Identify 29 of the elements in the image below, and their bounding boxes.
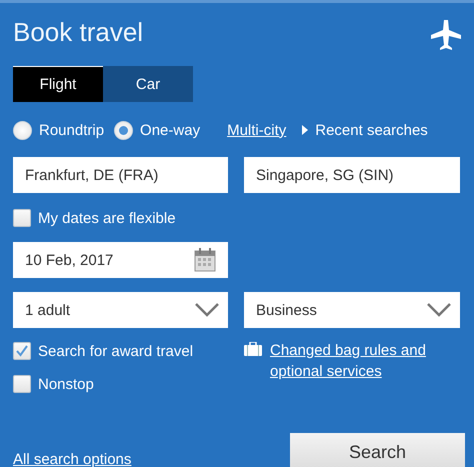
bag-rules-link[interactable]: Changed bag rules and optional services: [270, 340, 460, 382]
multi-city-link[interactable]: Multi-city: [227, 122, 286, 138]
date-field[interactable]: 10 Feb, 2017: [13, 242, 228, 278]
passengers-dropdown[interactable]: 1 adult: [13, 292, 228, 328]
chevron-down-icon: [426, 302, 452, 318]
recent-searches-link[interactable]: Recent searches: [315, 122, 428, 138]
radio-button[interactable]: [114, 120, 134, 140]
checkbox[interactable]: [13, 375, 31, 393]
cabin-dropdown[interactable]: Business: [244, 292, 460, 328]
checkbox-label: Nonstop: [38, 376, 94, 392]
chevron-down-icon: [194, 302, 220, 318]
origin-field[interactable]: Frankfurt, DE (FRA): [13, 157, 228, 193]
tab[interactable]: Car: [103, 66, 193, 102]
radio-label: Roundtrip: [39, 122, 104, 138]
triangle-right-icon: [302, 125, 308, 135]
checkbox[interactable]: [13, 209, 31, 227]
airplane-icon: [430, 20, 462, 50]
checkbox-label: Search for award travel: [38, 342, 194, 360]
page-title: Book travel: [13, 16, 144, 48]
checkbox-label: My dates are flexible: [38, 210, 176, 226]
destination-field[interactable]: Singapore, SG (SIN): [244, 157, 460, 193]
calendar-icon[interactable]: [194, 248, 216, 272]
radio-button[interactable]: [13, 120, 32, 140]
suitcase-icon: [244, 342, 262, 356]
search-button[interactable]: Search: [290, 433, 465, 467]
tab[interactable]: Flight: [13, 66, 103, 102]
checkbox[interactable]: [13, 342, 31, 360]
radio-label: One-way: [140, 122, 200, 138]
all-search-options-link[interactable]: All search options: [13, 451, 132, 467]
